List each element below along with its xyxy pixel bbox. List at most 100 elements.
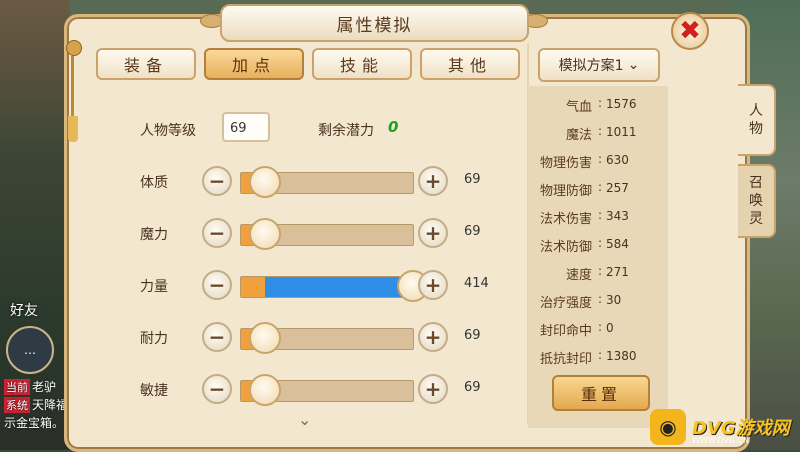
attribute-value: 69 xyxy=(464,380,481,395)
stat-row: 气血:1576 xyxy=(528,92,668,118)
stat-row: 物理防御:257 xyxy=(528,176,668,202)
stat-row: 速度:271 xyxy=(528,260,668,286)
watermark-subtext: WWW.DVG.CN xyxy=(692,436,750,445)
stat-colon: : xyxy=(598,96,603,110)
plus-button[interactable]: + xyxy=(418,374,448,404)
side-tab-label: 人物 xyxy=(749,103,763,137)
slider-thumb[interactable] xyxy=(249,218,281,250)
attribute-value: 69 xyxy=(464,224,481,239)
stats-column: 模拟方案1 ⌄ 气血:1576 魔法:1011 物理伤害:630 物理防御:257 法术… xyxy=(528,44,668,428)
minus-icon: − xyxy=(208,377,226,401)
stat-value: 0 xyxy=(606,321,614,335)
slider-thumb[interactable] xyxy=(249,322,281,354)
attribute-row: 魔力 − +69 xyxy=(90,216,520,256)
chat-bubble-icon[interactable]: … xyxy=(6,326,54,374)
base-fill xyxy=(241,277,265,297)
reset-button[interactable]: 重置 xyxy=(552,375,650,411)
point-allocation-area: 装备 加点 技能 其他 人物等级 69 剩余潜力 0 体质 − +69 魔力 − +69 力… xyxy=(90,44,520,429)
gamepad-icon: ◉ xyxy=(650,409,686,445)
stat-value: 30 xyxy=(606,293,622,307)
stat-value: 1011 xyxy=(606,125,637,139)
attribute-label: 耐力 xyxy=(140,331,168,347)
stat-name: 治疗强度 xyxy=(539,296,592,311)
chat-line: 当前 老驴 xyxy=(4,379,57,395)
stat-row: 物理伤害:630 xyxy=(528,148,668,174)
stat-colon: : xyxy=(598,264,603,278)
stat-value: 1576 xyxy=(606,97,637,111)
plus-icon: + xyxy=(424,377,442,401)
stat-name: 气血 xyxy=(565,100,592,115)
tab-other[interactable]: 其他 xyxy=(420,48,520,80)
attribute-value: 69 xyxy=(464,172,481,187)
stat-row: 封印命中:0 xyxy=(528,316,668,342)
plus-button[interactable]: + xyxy=(418,166,448,196)
chat-line: 系统 天降福 xyxy=(4,397,69,413)
friends-label[interactable]: 好友 xyxy=(10,300,38,320)
attribute-slider[interactable] xyxy=(240,374,414,406)
side-tab-summon[interactable]: 召唤灵 xyxy=(738,164,776,238)
tab-equipment[interactable]: 装备 xyxy=(96,48,196,80)
minus-icon: − xyxy=(208,273,226,297)
stat-name: 抵抗封印 xyxy=(539,352,592,367)
attribute-value: 414 xyxy=(464,276,489,291)
attribute-value: 69 xyxy=(464,328,481,343)
stat-colon: : xyxy=(598,320,603,334)
stat-name: 物理伤害 xyxy=(539,156,592,171)
level-label: 人物等级 xyxy=(140,123,196,139)
slider-thumb[interactable] xyxy=(249,166,281,198)
stat-name: 法术防御 xyxy=(539,240,592,255)
stat-value: 257 xyxy=(606,181,629,195)
tassel-ornament xyxy=(66,40,82,142)
minus-button[interactable]: − xyxy=(202,166,232,196)
stat-value: 343 xyxy=(606,209,629,223)
stat-row: 法术伤害:343 xyxy=(528,204,668,230)
attribute-row: 力量 − +414 xyxy=(90,268,520,308)
level-input[interactable]: 69 xyxy=(222,112,270,142)
level-row: 人物等级 69 剩余潜力 0 xyxy=(90,112,520,152)
side-tab-label: 召唤灵 xyxy=(749,175,763,227)
minus-button[interactable]: − xyxy=(202,374,232,404)
scroll-down-icon[interactable]: ⌄ xyxy=(298,410,311,429)
close-icon: ✖ xyxy=(679,16,701,46)
stat-value: 584 xyxy=(606,237,629,251)
allocated-fill xyxy=(265,277,413,297)
attribute-label: 体质 xyxy=(140,175,168,191)
minus-button[interactable]: − xyxy=(202,322,232,352)
plus-button[interactable]: + xyxy=(418,218,448,248)
attribute-slider[interactable] xyxy=(240,270,429,302)
plus-button[interactable]: + xyxy=(418,270,448,300)
stat-name: 速度 xyxy=(565,268,592,283)
stat-row: 法术防御:584 xyxy=(528,232,668,258)
stat-colon: : xyxy=(598,236,603,250)
attribute-label: 魔力 xyxy=(140,227,168,243)
attribute-label: 敏捷 xyxy=(140,383,168,399)
minus-button[interactable]: − xyxy=(202,270,232,300)
attribute-slider[interactable] xyxy=(240,322,414,354)
scheme-dropdown[interactable]: 模拟方案1 ⌄ xyxy=(538,48,660,82)
side-tab-character[interactable]: 人物 xyxy=(738,84,776,156)
attribute-row: 体质 − +69 xyxy=(90,164,520,204)
plus-button[interactable]: + xyxy=(418,322,448,352)
stat-name: 法术伤害 xyxy=(539,212,592,227)
tab-add-points[interactable]: 加点 xyxy=(204,48,304,80)
stat-row: 抵抗封印:1380 xyxy=(528,344,668,370)
minus-button[interactable]: − xyxy=(202,218,232,248)
tab-skills[interactable]: 技能 xyxy=(312,48,412,80)
potential-label: 剩余潜力 xyxy=(318,123,374,139)
stat-value: 271 xyxy=(606,265,629,279)
slider-thumb[interactable] xyxy=(249,374,281,406)
plus-icon: + xyxy=(424,325,442,349)
attribute-slider[interactable] xyxy=(240,166,414,198)
stat-name: 物理防御 xyxy=(539,184,592,199)
minus-icon: − xyxy=(208,221,226,245)
attribute-slider[interactable] xyxy=(240,218,414,250)
stat-row: 魔法:1011 xyxy=(528,120,668,146)
potential-value: 0 xyxy=(388,118,399,136)
attribute-row: 敏捷 − +69 xyxy=(90,372,520,412)
plus-icon: + xyxy=(424,169,442,193)
stat-colon: : xyxy=(598,292,603,306)
plus-icon: + xyxy=(424,221,442,245)
close-button[interactable]: ✖ xyxy=(671,12,709,50)
stat-colon: : xyxy=(598,152,603,166)
minus-icon: − xyxy=(208,169,226,193)
